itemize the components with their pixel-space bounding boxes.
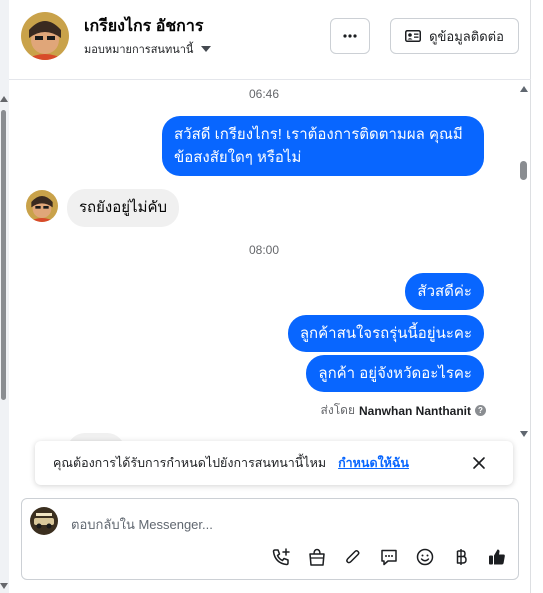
caret-down-icon <box>201 46 212 52</box>
saved-reply-icon[interactable] <box>377 546 400 569</box>
close-icon[interactable] <box>471 455 487 471</box>
scroll-down-arrow[interactable] <box>0 583 8 589</box>
timestamp: 06:46 <box>248 87 280 101</box>
message-list: 06:46 สวัสดี เกรียงไกร! เราต้องการติดตาม… <box>9 81 519 436</box>
scrollbar-thumb[interactable] <box>520 161 527 180</box>
outgoing-message[interactable]: สัวสดีค่ะ <box>405 273 484 310</box>
scroll-down-arrow[interactable] <box>520 431 528 437</box>
page-avatar <box>30 507 58 535</box>
incoming-message[interactable]: รถยังอยู่ไม่คับ <box>67 189 180 227</box>
conversation-panel: เกรียงไกร อัชการ มอบหมายการสนทนานี้ ดูข้… <box>9 0 531 593</box>
message-line: ข้อสงสัยใดๆ หรือไม่ <box>174 149 302 166</box>
more-options-button[interactable] <box>330 18 370 54</box>
contact-avatar-small[interactable] <box>26 190 58 222</box>
message-line: สวัสดี เกรียงไกร! เราต้องการติดตามผล คุณ… <box>174 126 463 143</box>
reply-composer[interactable]: ตอบกลับใน Messenger... <box>21 498 519 580</box>
scroll-up-arrow[interactable] <box>0 96 8 102</box>
composer-toolbar <box>269 545 508 569</box>
contact-name[interactable]: เกรียงไกร อัชการ <box>84 14 203 39</box>
outgoing-message[interactable]: ลูกค้า อยู่จังหวัดอะไรคะ <box>306 355 484 392</box>
outgoing-message[interactable]: ลูกค้าสนใจรถรุ่นนี้อยู่นะคะ <box>287 315 484 352</box>
emoji-icon[interactable] <box>413 546 436 569</box>
contact-avatar[interactable] <box>21 12 69 60</box>
sent-by-prefix: ส่งโดย <box>320 403 355 417</box>
assign-to-me-link[interactable]: กำหนดให้ฉัน <box>338 453 409 473</box>
conversation-header: เกรียงไกร อัชการ มอบหมายการสนทนานี้ ดูข้… <box>9 0 531 80</box>
assign-conversation-dropdown[interactable]: มอบหมายการสนทนานี้ <box>84 40 212 58</box>
contact-info-label: ดูข้อมูลติดต่อ <box>429 28 504 44</box>
shopping-bag-icon[interactable] <box>305 546 328 569</box>
assignment-prompt: คุณต้องการได้รับการกำหนดไปยังการสนทนานี้… <box>35 441 513 485</box>
view-contact-info-button[interactable]: ดูข้อมูลติดต่อ <box>390 18 519 54</box>
thumbs-up-icon[interactable] <box>485 546 508 569</box>
reply-input[interactable]: ตอบกลับใน Messenger... <box>71 514 213 535</box>
help-icon[interactable]: ? <box>475 405 486 416</box>
outgoing-message[interactable]: สวัสดี เกรียงไกร! เราต้องการติดตามผล คุณ… <box>162 116 484 176</box>
chat-scrollbar[interactable] <box>518 81 530 439</box>
timestamp: 08:00 <box>248 243 280 257</box>
more-dots-icon <box>343 34 357 38</box>
attachment-icon[interactable] <box>341 546 364 569</box>
baht-icon[interactable] <box>449 546 472 569</box>
page-scrollbar[interactable] <box>0 0 9 593</box>
sender-name: Nanwhan Nanthanit <box>358 403 471 418</box>
add-call-icon[interactable] <box>269 546 292 569</box>
assignment-prompt-text: คุณต้องการได้รับการกำหนดไปยังการสนทนานี้… <box>53 456 327 470</box>
scroll-up-arrow[interactable] <box>520 86 528 92</box>
assign-label: มอบหมายการสนทนานี้ <box>84 44 194 56</box>
sent-by-info: ส่งโดย Nanwhan Nanthanit ? <box>321 401 486 420</box>
contact-card-icon <box>405 30 422 42</box>
scrollbar-thumb[interactable] <box>1 110 6 400</box>
